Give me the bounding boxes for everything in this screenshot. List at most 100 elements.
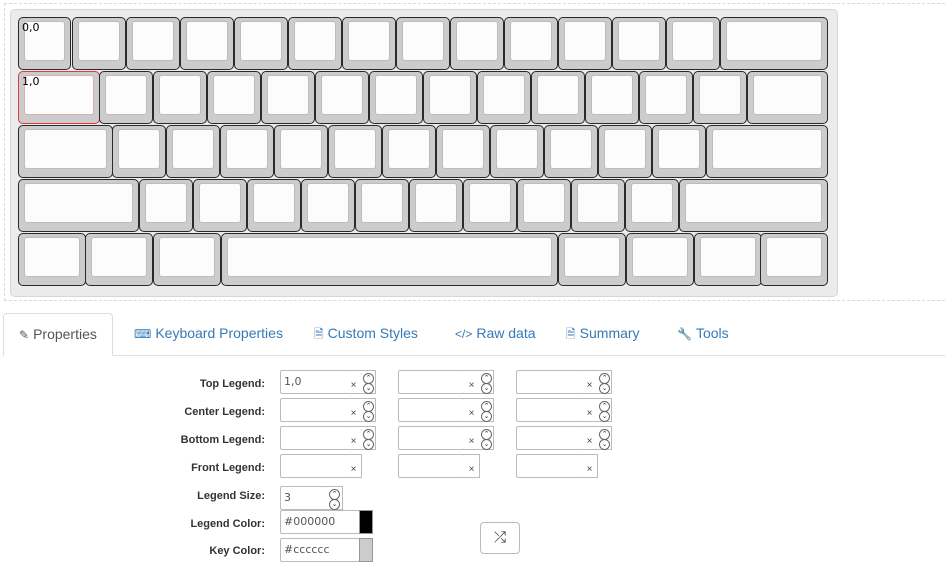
clear-icon[interactable]: × [582,370,598,394]
clear-icon[interactable]: × [464,454,480,478]
clear-icon[interactable]: × [582,426,598,450]
shuffle-button[interactable]: ⤮ [480,522,520,554]
tab-properties[interactable]: ✎ Properties [3,313,113,356]
clear-icon[interactable]: × [346,370,362,394]
clear-icon[interactable]: × [464,398,480,422]
keycap[interactable] [396,17,450,70]
legend-spinner[interactable]: ⌃ ⌄ [361,370,376,394]
clear-icon[interactable]: × [464,426,480,450]
legend-spinner[interactable]: ⌃ ⌄ [597,370,612,394]
center-legend-input[interactable] [398,398,465,422]
keycap[interactable] [720,17,828,70]
keycap[interactable] [153,233,221,286]
keycap[interactable] [166,125,220,178]
chevron-down-icon[interactable]: ⌄ [599,439,610,450]
legend-size-spinner[interactable]: ⌃ ⌄ [327,486,343,510]
chevron-down-icon[interactable]: ⌄ [363,439,374,450]
tab-raw-data[interactable]: </> Raw data [440,313,551,354]
keycap[interactable] [342,17,396,70]
keycap[interactable] [625,179,679,232]
keycap[interactable] [679,179,828,232]
keycap[interactable] [18,233,86,286]
keycap[interactable] [207,71,261,124]
keycap[interactable] [463,179,517,232]
keycap[interactable] [639,71,693,124]
keycap[interactable] [315,71,369,124]
keycap[interactable] [382,125,436,178]
key-color-swatch[interactable] [359,538,373,562]
chevron-down-icon[interactable]: ⌄ [363,383,374,394]
keycap[interactable] [652,125,706,178]
tab-keyboard-properties[interactable]: ⌨ Keyboard Properties [119,313,298,354]
bottom-legend-input[interactable] [280,426,347,450]
front-legend-input[interactable] [280,454,347,478]
chevron-down-icon[interactable]: ⌄ [481,411,492,422]
keycap[interactable] [139,179,193,232]
keycap[interactable] [558,233,626,286]
top-legend-input[interactable]: 1,0 [280,370,347,394]
keycap[interactable] [544,125,598,178]
keycap[interactable] [301,179,355,232]
spacebar-key[interactable] [221,233,558,286]
chevron-down-icon[interactable]: ⌄ [599,411,610,422]
keycap[interactable] [760,233,828,286]
legend-spinner[interactable]: ⌃ ⌄ [597,398,612,422]
bottom-legend-input[interactable] [516,426,583,450]
chevron-down-icon[interactable]: ⌄ [363,411,374,422]
legend-color-input[interactable]: #000000 [280,510,360,534]
keycap[interactable] [585,71,639,124]
keycap[interactable] [99,71,153,124]
clear-icon[interactable]: × [346,398,362,422]
keycap[interactable] [72,17,126,70]
keycap[interactable] [477,71,531,124]
keycap[interactable] [261,71,315,124]
clear-icon[interactable]: × [582,398,598,422]
keycap[interactable] [274,125,328,178]
keycap[interactable] [18,125,113,178]
legend-size-input[interactable]: 3 [280,486,328,510]
keycap[interactable] [355,179,409,232]
top-legend-input[interactable] [398,370,465,394]
keycap[interactable]: 0,0 [18,17,71,70]
keycap[interactable] [409,179,463,232]
center-legend-input[interactable] [516,398,583,422]
keycap[interactable] [706,125,828,178]
keycap[interactable] [693,71,747,124]
keycap[interactable] [234,17,288,70]
front-legend-input[interactable] [398,454,465,478]
front-legend-input[interactable] [516,454,583,478]
keycap[interactable] [112,125,166,178]
key-color-input[interactable]: #cccccc [280,538,360,562]
keycap[interactable] [126,17,180,70]
clear-icon[interactable]: × [582,454,598,478]
chevron-down-icon[interactable]: ⌄ [329,499,340,510]
tab-tools[interactable]: 🔧 Tools [662,313,744,354]
keycap[interactable] [220,125,274,178]
keycap[interactable] [328,125,382,178]
keycap[interactable] [490,125,544,178]
keycap[interactable] [436,125,490,178]
keycap[interactable] [666,17,720,70]
keycap[interactable] [517,179,571,232]
keycap[interactable] [504,17,558,70]
keycap[interactable] [612,17,666,70]
legend-spinner[interactable]: ⌃ ⌄ [361,426,376,450]
legend-spinner[interactable]: ⌃ ⌄ [479,398,494,422]
top-legend-input[interactable] [516,370,583,394]
keycap[interactable] [153,71,207,124]
legend-spinner[interactable]: ⌃ ⌄ [479,426,494,450]
clear-icon[interactable]: × [464,370,480,394]
keycap[interactable] [180,17,234,70]
keycap[interactable] [85,233,153,286]
keycap[interactable] [423,71,477,124]
legend-spinner[interactable]: ⌃ ⌄ [597,426,612,450]
chevron-down-icon[interactable]: ⌄ [481,383,492,394]
legend-color-swatch[interactable] [359,510,373,534]
keycap[interactable] [694,233,762,286]
keycap[interactable] [598,125,652,178]
keycap[interactable] [288,17,342,70]
tab-custom-styles[interactable]: 🗎 Custom Styles [299,313,433,354]
chevron-down-icon[interactable]: ⌄ [599,383,610,394]
legend-spinner[interactable]: ⌃ ⌄ [361,398,376,422]
keycap[interactable]: 1,0 [18,71,100,124]
